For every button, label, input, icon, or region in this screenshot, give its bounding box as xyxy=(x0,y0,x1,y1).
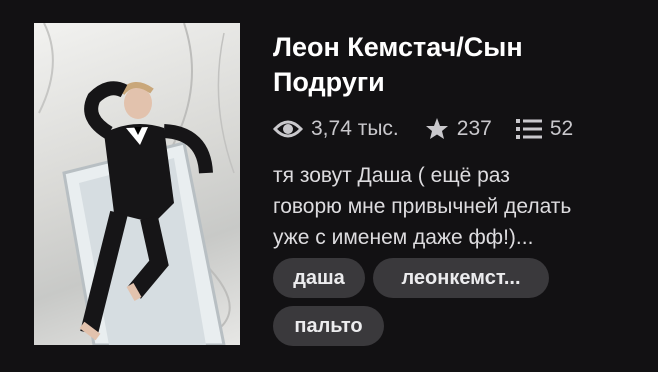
tag-palto[interactable]: пальто xyxy=(273,306,384,346)
eye-icon xyxy=(273,120,303,138)
description-line: тя зовут Даша ( ещё раз xyxy=(273,164,510,187)
cover-illustration xyxy=(38,23,235,345)
parts-stat: 52 xyxy=(515,117,574,141)
story-description: тя зовут Даша ( ещё раз говорю мне привы… xyxy=(273,160,643,253)
parts-count: 52 xyxy=(549,117,574,140)
tag-dasha[interactable]: даша xyxy=(273,258,365,298)
story-card[interactable]: Леон Кемстач/Сын Подруги 3,74 тыс. 237 5… xyxy=(0,0,658,372)
views-stat: 3,74 тыс. xyxy=(273,117,399,141)
list-icon xyxy=(515,119,542,139)
votes-stat: 237 xyxy=(425,117,492,141)
views-count: 3,74 тыс. xyxy=(311,117,399,140)
story-cover-image[interactable] xyxy=(34,23,240,345)
description-line: уже с именем даже фф!)... xyxy=(273,226,534,249)
votes-count: 237 xyxy=(456,117,492,140)
star-icon xyxy=(425,118,448,139)
story-stats: 3,74 тыс. 237 52 xyxy=(273,114,573,144)
story-title[interactable]: Леон Кемстач/Сын Подруги xyxy=(273,30,633,100)
tag-leonkemst[interactable]: леонкемст... xyxy=(373,258,549,298)
description-line: говорю мне привычней делать xyxy=(273,195,572,218)
